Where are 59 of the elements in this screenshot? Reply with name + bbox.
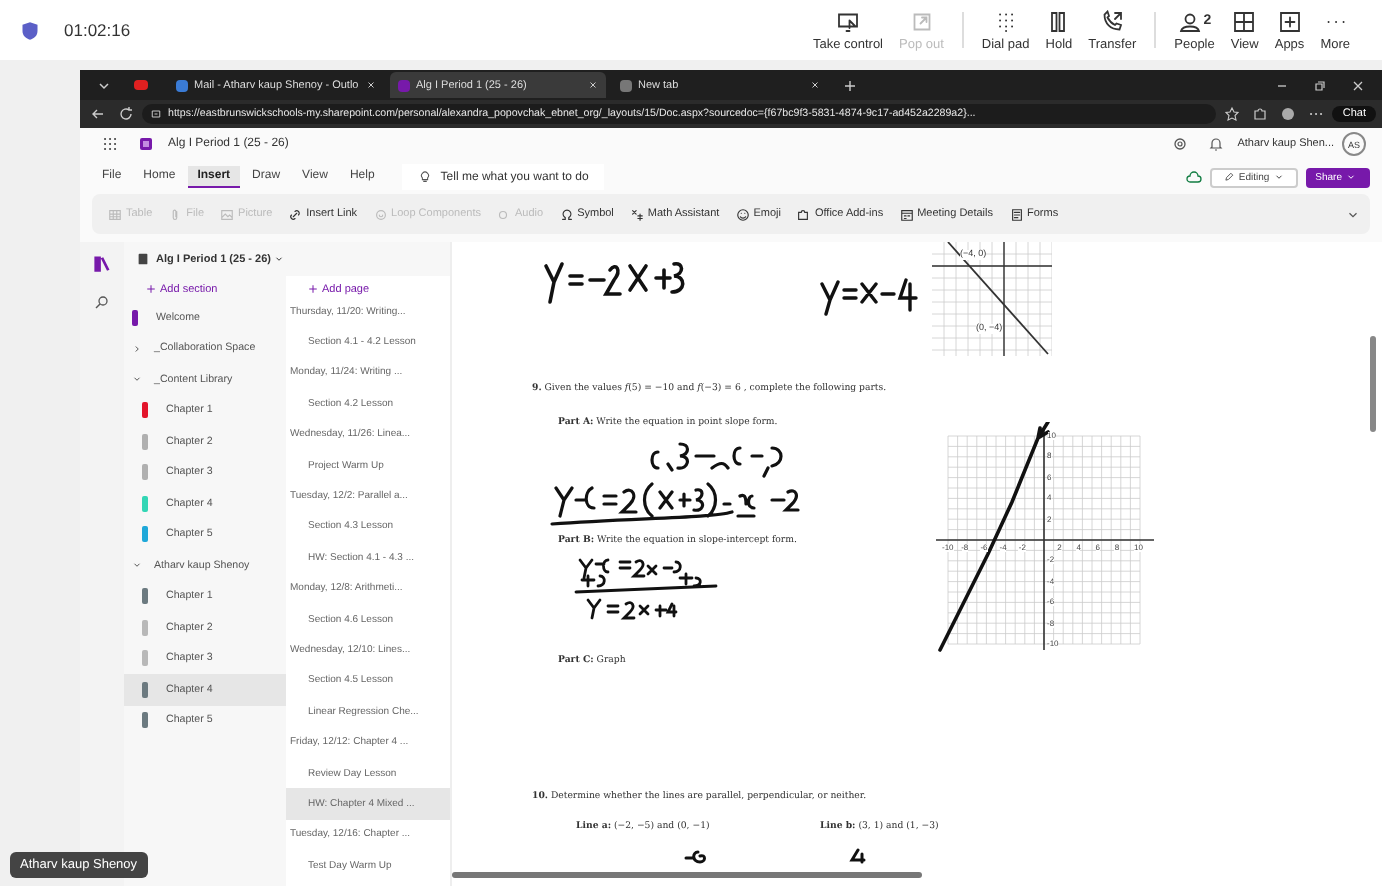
people-icon	[1177, 9, 1202, 33]
plus-icon	[146, 283, 156, 294]
chevron-down-icon[interactable]	[132, 560, 142, 571]
back-icon[interactable]	[90, 106, 106, 122]
tab-list-icon[interactable]	[96, 77, 112, 93]
apps-add-icon	[1277, 9, 1302, 33]
forms-icon	[1009, 207, 1024, 221]
calendar-icon	[899, 207, 914, 221]
lightbulb-icon	[418, 170, 433, 184]
new-tab-icon[interactable]	[842, 77, 858, 93]
handwritten-ink-drawing	[542, 258, 686, 306]
star-icon[interactable]	[1224, 106, 1241, 122]
note-page[interactable]	[450, 242, 1382, 886]
plus-icon	[308, 283, 318, 294]
app-launcher-icon[interactable]	[102, 136, 118, 152]
profile-icon[interactable]	[1280, 106, 1297, 122]
loop-icon	[373, 207, 388, 221]
chevron-down-icon	[1346, 171, 1356, 182]
handwritten-ink-drawing	[818, 272, 922, 316]
notebook-icon	[136, 252, 150, 266]
app-logo-icon	[138, 136, 154, 152]
settings-icon[interactable]	[1171, 136, 1188, 152]
link-icon	[288, 207, 303, 221]
search-icon[interactable]	[94, 294, 110, 310]
grid-view-icon	[1232, 9, 1257, 33]
pop-out-icon	[909, 9, 934, 33]
close-tab-icon[interactable]	[366, 80, 376, 90]
omega-icon	[559, 207, 574, 221]
scrollbar-thumb[interactable]	[1370, 336, 1376, 432]
call-timer: 01:02:16	[64, 20, 131, 40]
dial-pad-icon	[993, 9, 1018, 33]
chevron-down-icon	[1273, 171, 1284, 182]
refresh-icon[interactable]	[118, 106, 134, 122]
expand-ribbon-icon[interactable]	[1346, 207, 1360, 221]
extensions-icon[interactable]	[1252, 106, 1269, 122]
screen-cursor-icon	[835, 9, 860, 33]
scrollbar-thumb[interactable]	[452, 872, 922, 878]
table-icon	[108, 207, 122, 221]
notebooks-icon[interactable]	[92, 254, 112, 274]
close-tab-icon[interactable]	[588, 80, 598, 90]
hold-icon	[1046, 9, 1071, 33]
shield-icon	[20, 19, 40, 41]
record-icon	[496, 207, 511, 221]
line-graph-drawing	[932, 242, 1052, 356]
image-icon	[220, 207, 235, 221]
site-info-icon	[150, 108, 162, 120]
close-tab-icon[interactable]	[810, 80, 820, 90]
restore-icon[interactable]	[1312, 77, 1328, 93]
pencil-icon	[1224, 171, 1235, 182]
smiley-icon	[735, 207, 750, 221]
chevron-down-icon	[274, 253, 285, 264]
attachment-icon	[168, 207, 183, 221]
cloud-sync-icon[interactable]	[1186, 169, 1203, 185]
close-icon[interactable]	[1350, 77, 1366, 93]
chevron-right-icon[interactable]	[132, 343, 142, 354]
phone-arrow-icon	[1100, 9, 1125, 33]
chevron-down-icon[interactable]	[132, 374, 142, 385]
puzzle-icon	[796, 207, 811, 221]
bell-icon[interactable]	[1207, 136, 1224, 152]
